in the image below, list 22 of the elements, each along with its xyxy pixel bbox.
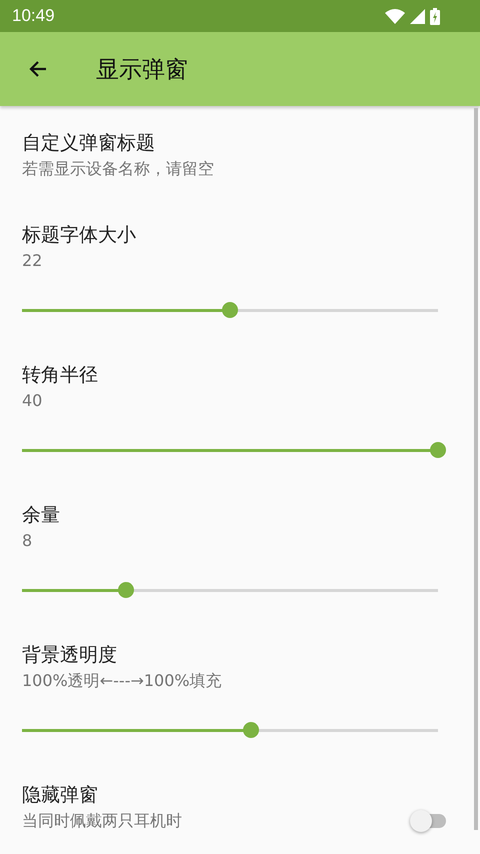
setting-summary: 100%透明←---→100%填充	[22, 670, 223, 692]
setting-title: 转角半径	[22, 363, 99, 388]
screen-title: 显示弹窗	[96, 56, 188, 84]
slider-thumb[interactable]	[118, 582, 134, 598]
slider-thumb[interactable]	[242, 722, 259, 738]
toggle-switch[interactable]	[410, 810, 448, 832]
wifi-icon	[385, 8, 405, 24]
signal-icon	[410, 8, 425, 24]
setting-title: 标题字体大小	[22, 223, 137, 248]
setting-title: 隐藏弹窗	[22, 783, 99, 808]
setting-summary: 8	[22, 530, 34, 552]
setting-title: 自定义弹窗标题	[22, 131, 156, 156]
setting-summary: 若需显示设备名称，请留空	[22, 158, 215, 180]
clock: 10:49	[12, 6, 55, 26]
setting-title: 余量	[22, 503, 61, 528]
setting-summary: 22	[22, 250, 44, 272]
setting-summary: 40	[22, 390, 44, 412]
setting-summary: 当同时佩戴两只耳机时	[22, 810, 183, 832]
slider-thumb[interactable]	[222, 302, 238, 318]
battery-icon	[430, 8, 440, 24]
setting-title: 背景透明度	[22, 643, 118, 668]
slider-thumb[interactable]	[430, 442, 446, 458]
